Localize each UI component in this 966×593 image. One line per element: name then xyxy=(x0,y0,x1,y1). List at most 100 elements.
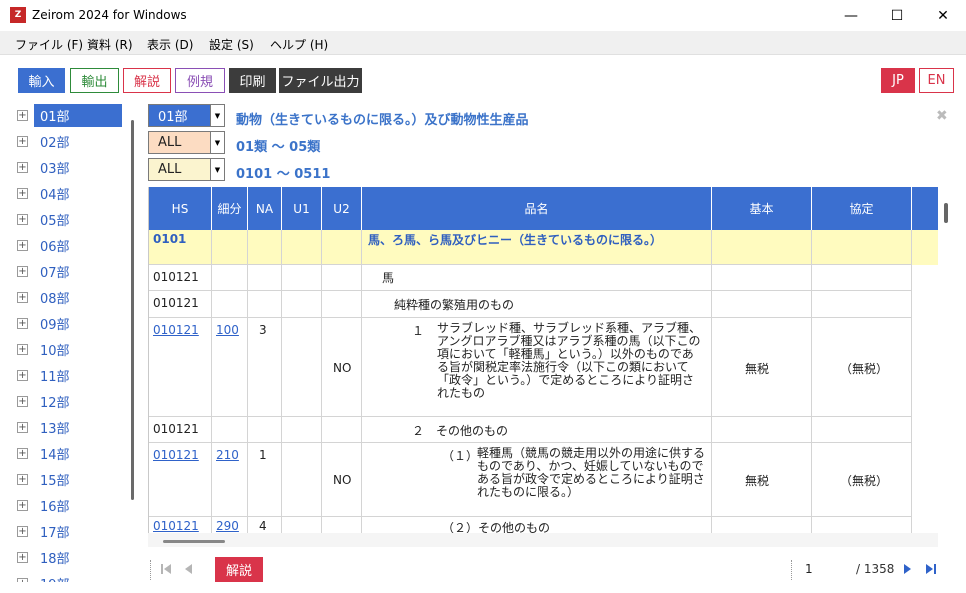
tree-item-09[interactable]: +09部 xyxy=(17,311,122,335)
tree-item-07[interactable]: +07部 xyxy=(17,259,122,283)
title-bar: Z Zeirom 2024 for Windows — ☐ ✕ xyxy=(0,0,966,31)
maximize-button[interactable]: ☐ xyxy=(874,0,920,31)
tree-scrollbar[interactable] xyxy=(131,120,134,500)
hs-code-link[interactable]: 010121 xyxy=(149,443,212,517)
expand-icon[interactable]: + xyxy=(17,109,28,121)
prev-page-icon[interactable] xyxy=(184,563,194,575)
dropdown-arrow-icon[interactable]: ▼ xyxy=(210,159,224,180)
tree-item-17[interactable]: +17部 xyxy=(17,519,122,543)
menu-settings[interactable]: 設定 (S) xyxy=(209,36,254,53)
expand-icon[interactable]: + xyxy=(17,447,28,459)
tree-item-15[interactable]: +15部 xyxy=(17,467,122,491)
dropdown-arrow-icon[interactable]: ▼ xyxy=(210,132,224,153)
col-header-u1[interactable]: U1 xyxy=(282,187,322,230)
expand-icon[interactable]: + xyxy=(17,421,28,433)
col-header-na[interactable]: NA xyxy=(248,187,282,230)
table-row[interactable]: 0101 馬、ろ馬、ら馬及びヒニー（生きているものに限る。） xyxy=(149,230,938,265)
hs-code-link[interactable]: 010121 xyxy=(149,517,212,533)
col-header-agreement[interactable]: 協定 xyxy=(812,187,912,230)
col-header-u2[interactable]: U2 xyxy=(322,187,362,230)
tariff-table: HS 細分 NA U1 U2 品名 基本 協定 0101 馬、ろ馬、ら馬及びヒニ… xyxy=(148,187,938,533)
menu-view[interactable]: 表示 (D) xyxy=(147,36,193,53)
section-select[interactable]: 01部 ▼ xyxy=(148,104,225,127)
tree-item-13[interactable]: +13部 xyxy=(17,415,122,439)
table-horizontal-scrollbar[interactable] xyxy=(163,540,225,543)
table-row[interactable]: 010121 100 3 NO １ サラブレッド種、サラブレッド系種、アラブ種、… xyxy=(149,318,938,417)
tree-item-05[interactable]: +05部 xyxy=(17,207,122,231)
bottom-bar: 解説 1 / 1358 xyxy=(0,551,966,593)
sub-code-link[interactable]: 210 xyxy=(212,443,248,517)
expand-icon[interactable]: + xyxy=(17,161,28,173)
expand-icon[interactable]: + xyxy=(17,499,28,511)
expand-icon[interactable]: + xyxy=(17,239,28,251)
col-header-basic[interactable]: 基本 xyxy=(712,187,812,230)
col-header-name[interactable]: 品名 xyxy=(362,187,712,230)
tree-item-08[interactable]: +08部 xyxy=(17,285,122,309)
app-logo-icon: Z xyxy=(10,7,26,23)
section-tree: +01部 +02部 +03部 +04部 +05部 +06部 +07部 +08部 … xyxy=(0,100,140,582)
menu-bar: ファイル (F) 資料 (R) 表示 (D) 設定 (S) ヘルプ (H) xyxy=(0,31,966,55)
tree-item-02[interactable]: +02部 xyxy=(17,129,122,153)
table-row[interactable]: 010121 210 1 NO （１） 軽種馬（競馬の競走用以外の用途に供するも… xyxy=(149,443,938,517)
next-page-icon[interactable] xyxy=(903,563,913,575)
expand-icon[interactable]: + xyxy=(17,395,28,407)
explain-bottom-button[interactable]: 解説 xyxy=(215,557,263,582)
expand-icon[interactable]: + xyxy=(17,343,28,355)
tree-item-01[interactable]: +01部 xyxy=(17,103,122,127)
page-number-input[interactable]: 1 xyxy=(797,558,850,581)
close-window-button[interactable]: ✕ xyxy=(920,0,966,31)
file-output-button[interactable]: ファイル出力 xyxy=(279,68,362,93)
tree-item-04[interactable]: +04部 xyxy=(17,181,122,205)
explain-button[interactable]: 解説 xyxy=(123,68,171,93)
regulation-button[interactable]: 例規 xyxy=(175,68,225,93)
table-row[interactable]: 010121 ２ その他のもの xyxy=(149,417,938,443)
tree-item-16[interactable]: +16部 xyxy=(17,493,122,517)
table-vertical-scrollbar[interactable] xyxy=(944,203,948,223)
print-button[interactable]: 印刷 xyxy=(229,68,276,93)
last-page-icon[interactable] xyxy=(925,563,937,575)
lang-jp-button[interactable]: JP xyxy=(881,68,915,93)
menu-file[interactable]: ファイル (F) xyxy=(15,36,83,53)
heading-select[interactable]: ALL ▼ xyxy=(148,158,225,181)
export-button[interactable]: 輸出 xyxy=(70,68,119,93)
tree-item-12[interactable]: +12部 xyxy=(17,389,122,413)
col-header-extra xyxy=(912,187,938,230)
expand-icon[interactable]: + xyxy=(17,473,28,485)
heading-range: 0101 ～ 0511 xyxy=(236,167,331,182)
window-title: Zeirom 2024 for Windows xyxy=(32,8,187,22)
lang-en-button[interactable]: EN xyxy=(919,68,954,93)
sub-code-link[interactable]: 100 xyxy=(212,318,248,417)
tree-item-11[interactable]: +11部 xyxy=(17,363,122,387)
first-page-icon[interactable] xyxy=(160,563,172,575)
hs-code-link[interactable]: 010121 xyxy=(149,318,212,417)
menu-data[interactable]: 資料 (R) xyxy=(87,36,133,53)
expand-icon[interactable]: + xyxy=(17,525,28,537)
import-button[interactable]: 輸入 xyxy=(18,68,65,93)
dropdown-arrow-icon[interactable]: ▼ xyxy=(210,105,224,126)
table-row[interactable]: 010121 純粋種の繁殖用のもの xyxy=(149,291,938,318)
table-row[interactable]: 010121 290 4 （２）その他のもの xyxy=(149,517,938,533)
chapter-range: 01類 ～ 05類 xyxy=(236,140,321,155)
table-row[interactable]: 010121 馬 xyxy=(149,265,938,291)
grip-handle xyxy=(150,560,153,580)
expand-icon[interactable]: + xyxy=(17,265,28,277)
tree-item-10[interactable]: +10部 xyxy=(17,337,122,361)
expand-icon[interactable]: + xyxy=(17,213,28,225)
expand-icon[interactable]: + xyxy=(17,369,28,381)
chapter-select[interactable]: ALL ▼ xyxy=(148,131,225,154)
tree-item-14[interactable]: +14部 xyxy=(17,441,122,465)
tree-item-03[interactable]: +03部 xyxy=(17,155,122,179)
minimize-button[interactable]: — xyxy=(828,0,874,31)
sub-code-link[interactable]: 290 xyxy=(212,517,248,533)
expand-icon[interactable]: + xyxy=(17,291,28,303)
section-description: 動物（生きているものに限る。）及び動物性生産品 xyxy=(236,113,529,128)
grip-separator xyxy=(791,560,792,580)
expand-icon[interactable]: + xyxy=(17,317,28,329)
close-panel-icon[interactable]: ✖ xyxy=(936,108,948,124)
expand-icon[interactable]: + xyxy=(17,135,28,147)
col-header-hs[interactable]: HS xyxy=(149,187,212,230)
expand-icon[interactable]: + xyxy=(17,187,28,199)
col-header-sub[interactable]: 細分 xyxy=(212,187,248,230)
tree-item-06[interactable]: +06部 xyxy=(17,233,122,257)
menu-help[interactable]: ヘルプ (H) xyxy=(270,36,328,53)
